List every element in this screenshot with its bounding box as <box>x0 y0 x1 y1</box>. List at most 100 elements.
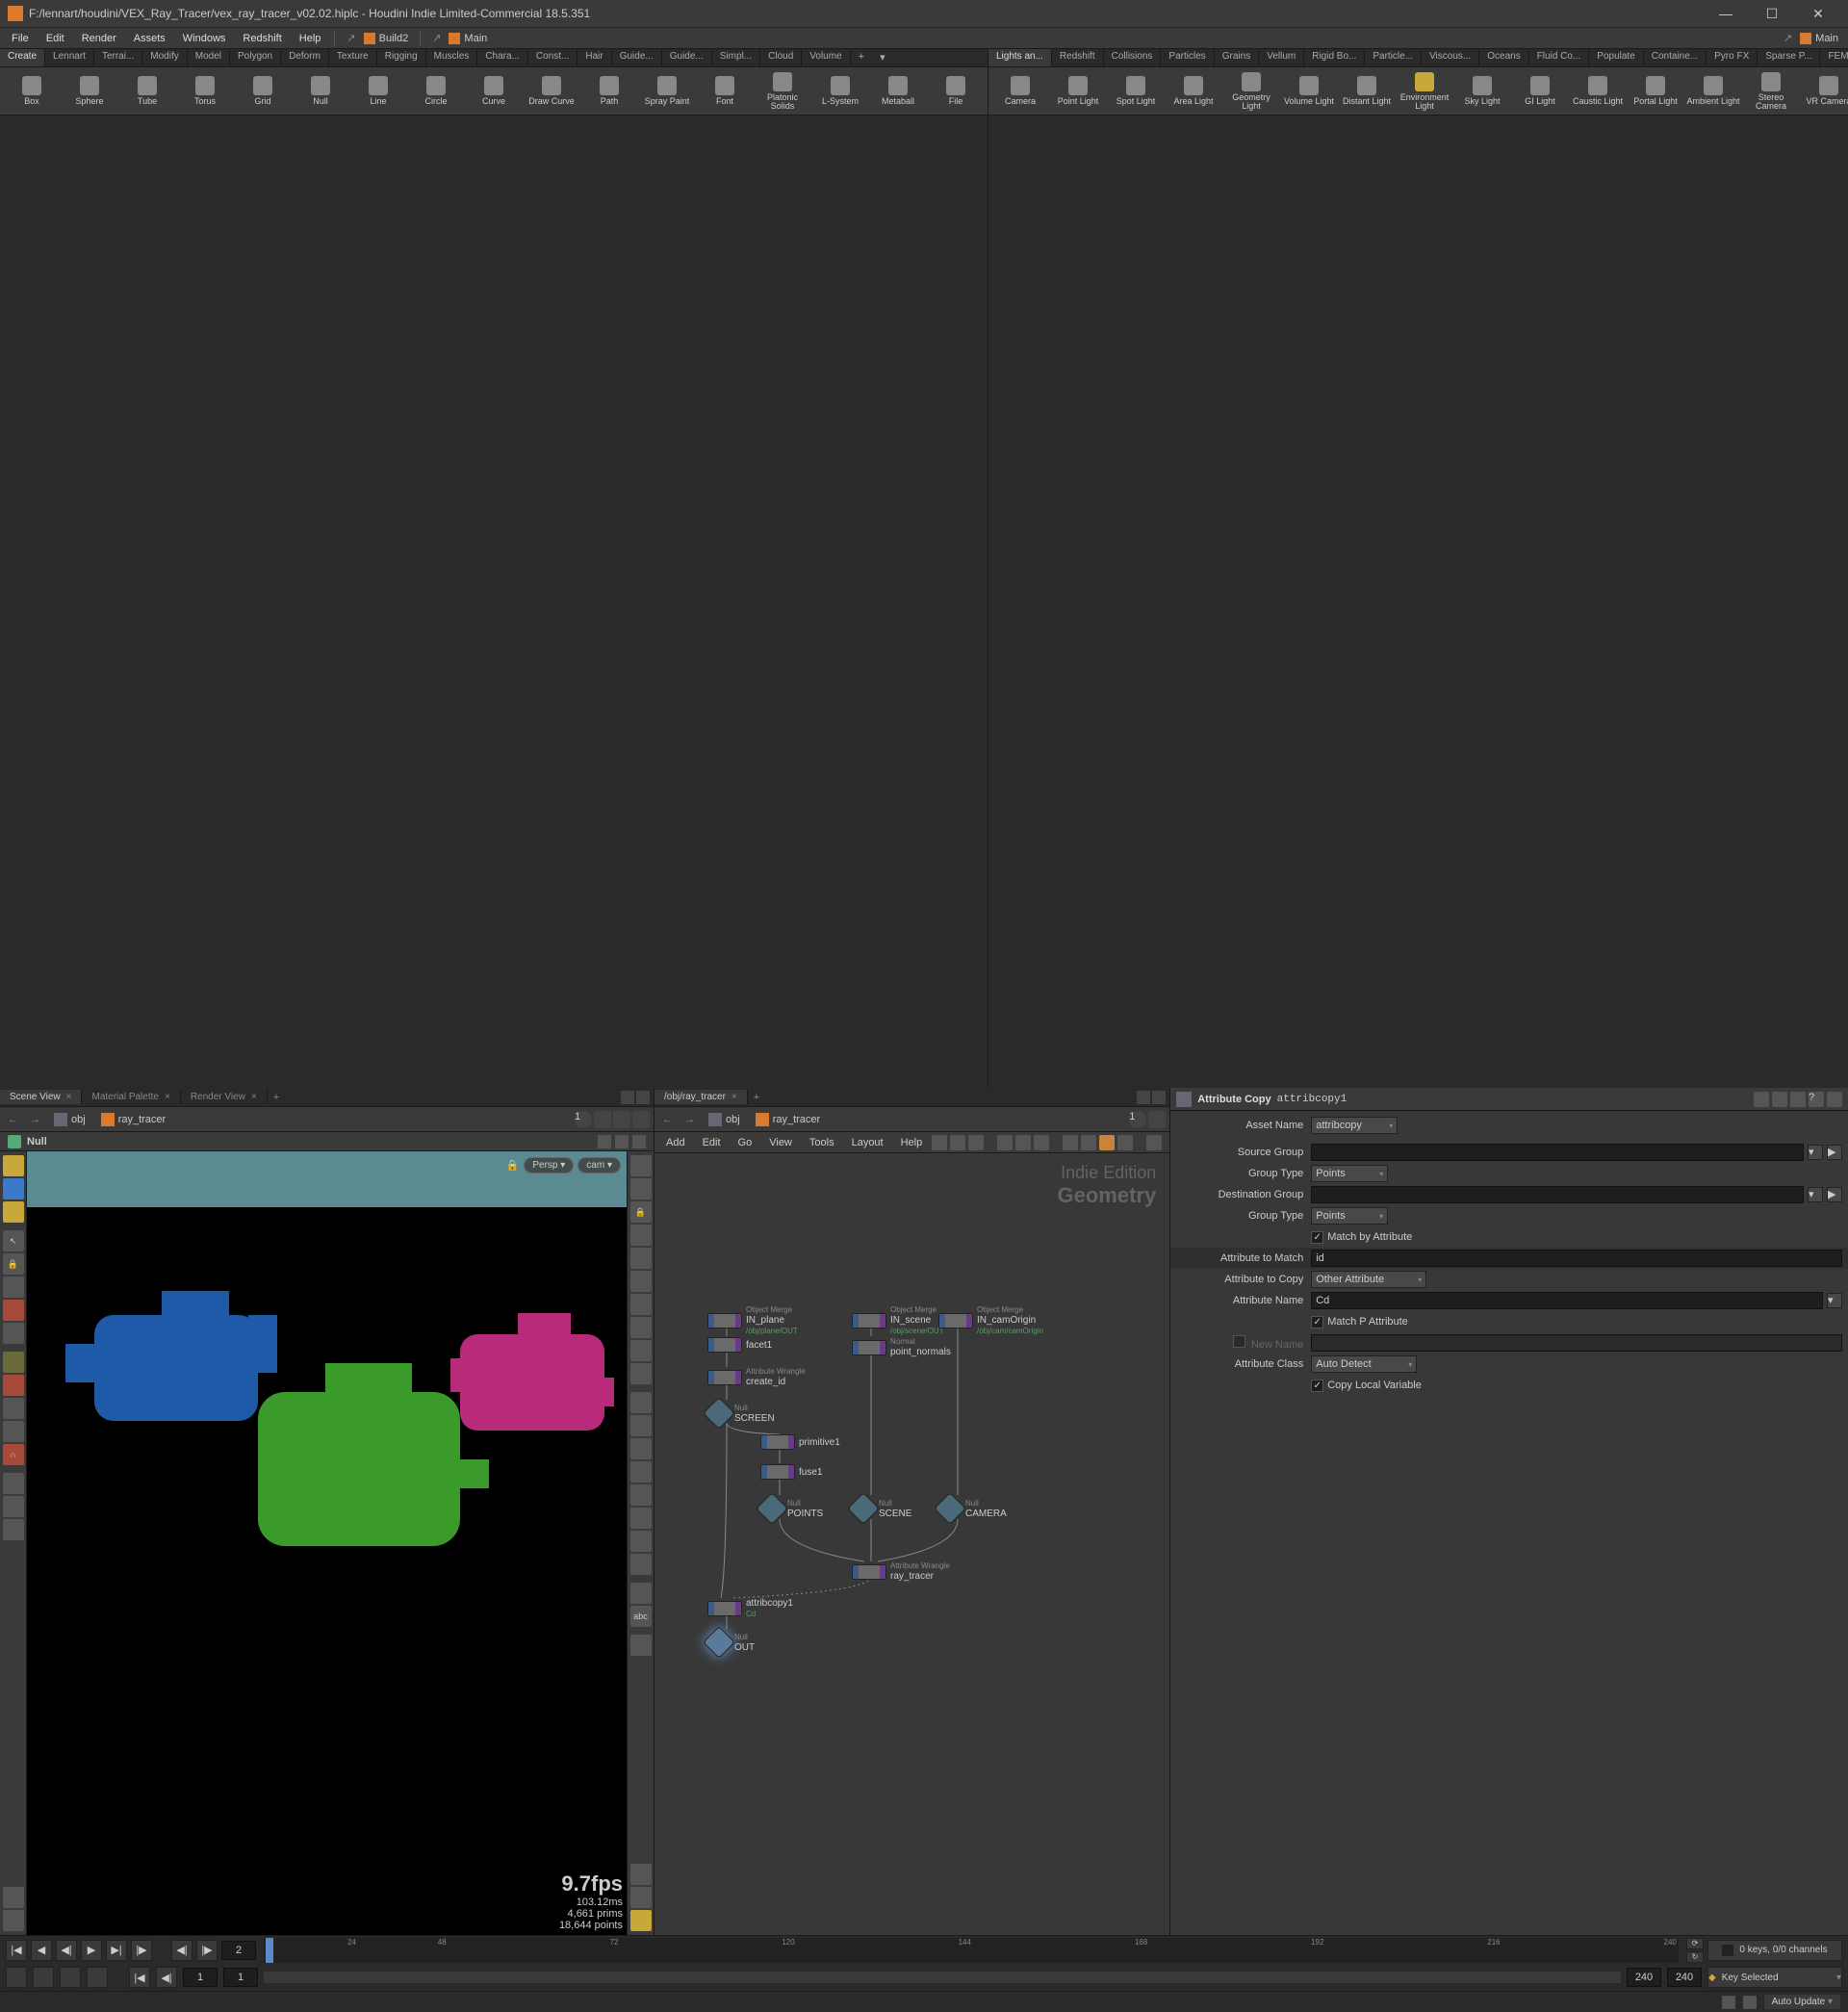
timeline-ctrl-icon[interactable] <box>60 1967 81 1988</box>
group-select-icon[interactable]: ▶ <box>1827 1145 1842 1160</box>
tool-icon[interactable] <box>3 1300 24 1321</box>
menu-help[interactable]: Help <box>292 31 329 46</box>
shelf-tab[interactable]: Modify <box>142 49 187 66</box>
shelf-item[interactable]: Metaball <box>870 69 926 114</box>
back-icon[interactable]: ← <box>4 1114 22 1125</box>
shelf-tab[interactable]: Viscous... <box>1422 49 1479 66</box>
shelf-item[interactable]: GI Light <box>1512 69 1568 114</box>
node-attribcopy[interactable]: attribcopy1Cd <box>707 1598 793 1618</box>
first-frame-button[interactable]: |◀ <box>6 1940 27 1961</box>
asset-name-select[interactable]: attribcopy▾ <box>1311 1117 1398 1134</box>
pane-tab-scene-view[interactable]: Scene View× <box>0 1090 82 1104</box>
network-menu-layout[interactable]: Layout <box>844 1135 891 1150</box>
type-ctrl-icon[interactable] <box>632 1135 646 1148</box>
step-fwd-button[interactable]: |▶ <box>196 1940 218 1961</box>
display-icon[interactable] <box>630 1531 652 1552</box>
shelf-item[interactable]: File <box>928 69 984 114</box>
node-body[interactable] <box>934 1492 966 1525</box>
path-ctrl[interactable]: 1 <box>575 1111 592 1128</box>
network-ctrl-icon[interactable] <box>1081 1135 1096 1150</box>
shelf-tab[interactable]: Const... <box>528 49 578 66</box>
shelf-tab[interactable]: Lights an... <box>988 49 1052 66</box>
path-seg-obj[interactable]: obj <box>48 1111 91 1128</box>
shelf-tab-menu[interactable]: ▾ <box>872 49 893 66</box>
pane-tab-add[interactable]: + <box>748 1090 765 1105</box>
param-help-icon[interactable]: ? <box>1809 1092 1824 1107</box>
shelf-item[interactable]: Camera <box>992 69 1048 114</box>
node-body[interactable] <box>938 1313 973 1328</box>
play-button[interactable]: ▶ <box>81 1940 102 1961</box>
shelf-tab[interactable]: Deform <box>281 49 329 66</box>
node-body[interactable] <box>703 1397 735 1430</box>
param-node-name[interactable]: attribcopy1 <box>1277 1094 1348 1105</box>
tool-icon[interactable] <box>3 1201 24 1223</box>
shelf-item[interactable]: Spray Paint <box>639 69 695 114</box>
display-icon[interactable] <box>630 1910 652 1931</box>
range-start-input[interactable] <box>183 1968 218 1987</box>
group-select-icon[interactable]: ▶ <box>1827 1187 1842 1202</box>
shelf-tab[interactable]: Containe... <box>1644 49 1707 66</box>
param-icon[interactable] <box>1790 1092 1806 1107</box>
shelf-tab[interactable]: Particles <box>1161 49 1214 66</box>
display-icon[interactable] <box>630 1461 652 1483</box>
network-ctrl-icon[interactable] <box>932 1135 947 1150</box>
attribute-to-copy-select[interactable]: Other Attribute▾ <box>1311 1271 1426 1288</box>
tool-icon[interactable] <box>3 1421 24 1442</box>
shelf-tab[interactable]: Lennart <box>45 49 94 66</box>
display-icon[interactable] <box>630 1340 652 1361</box>
path-seg-leaf[interactable]: ray_tracer <box>750 1111 827 1128</box>
shelf-tab[interactable]: Redshift <box>1052 49 1104 66</box>
group-menu-icon[interactable]: ▾ <box>1808 1145 1823 1160</box>
shelf-item[interactable]: Platonic Solids <box>755 69 810 114</box>
keys-status[interactable]: 0 keys, 0/0 channels <box>1707 1940 1842 1961</box>
close-icon[interactable]: × <box>732 1092 737 1102</box>
shelf-item[interactable]: Ambient Light <box>1685 69 1741 114</box>
type-ctrl-icon[interactable] <box>598 1135 611 1148</box>
shelf-item[interactable]: Line <box>350 69 406 114</box>
node-in_plane[interactable]: Object MergeIN_plane/obj/plane/OUT <box>707 1305 798 1335</box>
shelf-tab[interactable]: Model <box>188 49 230 66</box>
tool-icon[interactable] <box>3 1277 24 1298</box>
timeline-track[interactable]: 244872120144168192216240 <box>264 1938 1679 1963</box>
menu-assets[interactable]: Assets <box>126 31 173 46</box>
attribute-to-match-input[interactable] <box>1311 1250 1842 1267</box>
shelf-tab[interactable]: Polygon <box>230 49 281 66</box>
magnet-icon[interactable]: ∩ <box>3 1444 24 1465</box>
shelf-item[interactable]: Geometry Light <box>1223 69 1279 114</box>
menu-file[interactable]: File <box>4 31 37 46</box>
shelf-item[interactable]: Curve <box>466 69 522 114</box>
path-ctrl[interactable]: 1 <box>1129 1111 1146 1128</box>
close-icon[interactable]: × <box>66 1092 72 1102</box>
network-menu-tools[interactable]: Tools <box>802 1135 842 1150</box>
path-seg-obj[interactable]: obj <box>703 1111 746 1128</box>
step-back-button[interactable]: ◀| <box>171 1940 192 1961</box>
display-icon[interactable] <box>630 1225 652 1246</box>
network-canvas[interactable]: Indie Edition Geometry Object MergeIN_pl… <box>654 1153 1169 1935</box>
shelf-item[interactable]: Circle <box>408 69 464 114</box>
pane-maximize-icon[interactable] <box>636 1091 650 1104</box>
shelf-item[interactable]: VR Camera <box>1801 69 1848 114</box>
display-icon[interactable] <box>630 1248 652 1269</box>
param-gear-icon[interactable] <box>1754 1092 1769 1107</box>
back-icon[interactable]: ← <box>658 1114 677 1125</box>
node-body[interactable] <box>852 1564 886 1580</box>
node-create_id[interactable]: Attribute Wranglecreate_id <box>707 1367 806 1387</box>
timeline-ctrl-icon[interactable] <box>6 1967 27 1988</box>
last-frame-button[interactable]: |▶ <box>131 1940 152 1961</box>
param-icon[interactable] <box>1827 1092 1842 1107</box>
network-menu-go[interactable]: Go <box>731 1135 760 1150</box>
path-ctrl[interactable] <box>1148 1111 1166 1128</box>
shelf-tab[interactable]: Terrai... <box>94 49 142 66</box>
status-icon[interactable] <box>1722 1996 1735 2009</box>
pane-tab-material-palette[interactable]: Material Palette× <box>82 1090 180 1104</box>
node-body[interactable] <box>703 1626 735 1659</box>
display-icon[interactable] <box>630 1392 652 1413</box>
node-points[interactable]: NullPOINTS <box>760 1497 823 1520</box>
display-icon[interactable] <box>630 1317 652 1338</box>
path-ctrl[interactable] <box>613 1111 630 1128</box>
shelf-item[interactable]: L-System <box>812 69 868 114</box>
node-fuse1[interactable]: fuse1 <box>760 1464 822 1480</box>
network-ctrl-icon[interactable] <box>1015 1135 1031 1150</box>
range-next-icon[interactable]: ◀| <box>156 1967 177 1988</box>
shelf-item[interactable]: Portal Light <box>1628 69 1683 114</box>
